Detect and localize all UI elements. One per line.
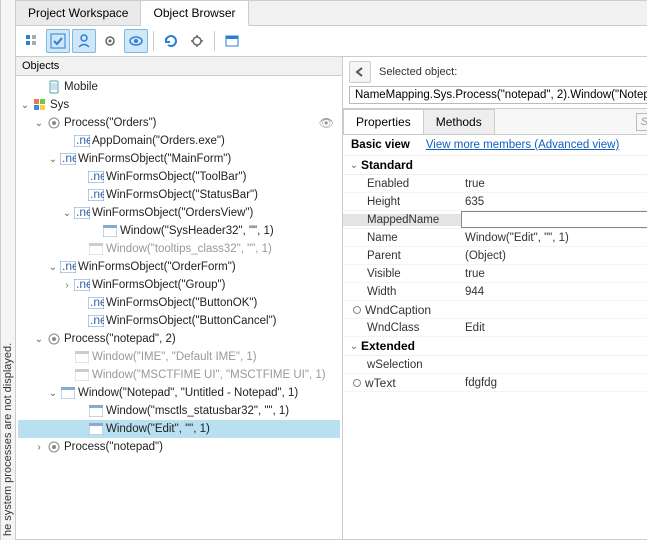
tree-node-mobile[interactable]: Mobile (18, 78, 340, 96)
window-icon (74, 367, 90, 383)
object-tree[interactable]: Mobile ⌄Sys ⌄Process("Orders")👁 .netAppD… (16, 76, 342, 539)
tab-methods[interactable]: Methods (423, 109, 495, 134)
net-icon: .net (60, 259, 76, 275)
prop-enabled[interactable]: Enabledtrue (343, 175, 647, 193)
toolbar-btn-user[interactable] (72, 29, 96, 53)
svg-text:.net: .net (76, 207, 90, 219)
toolbar-btn-gear2[interactable] (185, 29, 209, 53)
prop-wndcaption[interactable]: WndCaption (343, 301, 647, 319)
search-input[interactable]: Sea (636, 113, 647, 131)
tree-node-tooltips[interactable]: Window("tooltips_class32", "", 1) (18, 240, 340, 258)
tree-node-buttoncancel[interactable]: .netWinFormsObject("ButtonCancel") (18, 312, 340, 330)
net-icon: .net (74, 277, 90, 293)
tree-node-msctfime[interactable]: Window("MSCTFIME UI", "MSCTFIME UI", 1) (18, 366, 340, 384)
toolbar-btn-window[interactable] (220, 29, 244, 53)
window-icon (74, 349, 90, 365)
tab-project-workspace[interactable]: Project Workspace (16, 1, 141, 25)
group-standard[interactable]: ⌄Standard (343, 156, 647, 175)
group-extended[interactable]: ⌄Extended (343, 337, 647, 356)
back-button[interactable] (349, 61, 371, 83)
tree-node-notepad-window[interactable]: ⌄Window("Notepad", "Untitled - Notepad",… (18, 384, 340, 402)
window-icon (88, 421, 104, 437)
svg-text:.net: .net (62, 153, 76, 165)
process-icon (46, 439, 62, 455)
tree-node-buttonok[interactable]: .netWinFormsObject("ButtonOK") (18, 294, 340, 312)
svg-text:.net: .net (90, 315, 104, 327)
prop-wndclass[interactable]: WndClassEdit (343, 319, 647, 337)
objects-header: Objects (16, 57, 342, 76)
svg-text:.net: .net (90, 189, 104, 201)
tree-node-ordersview[interactable]: ⌄.netWinFormsObject("OrdersView") (18, 204, 340, 222)
svg-text:.net: .net (76, 135, 90, 147)
tree-node-toolbar[interactable]: .netWinFormsObject("ToolBar") (18, 168, 340, 186)
prop-name[interactable]: NameWindow("Edit", "", 1) (343, 229, 647, 247)
toolbar-btn-check[interactable] (46, 29, 70, 53)
net-icon: .net (88, 169, 104, 185)
tree-node-orderform[interactable]: ⌄.netWinFormsObject("OrderForm") (18, 258, 340, 276)
tree-node-notepad[interactable]: ›Process("notepad") (18, 438, 340, 456)
net-icon: .net (88, 187, 104, 203)
mobile-icon (46, 79, 62, 95)
tree-node-mainform[interactable]: ⌄.netWinFormsObject("MainForm") (18, 150, 340, 168)
sidebar-message: he system processes are not displayed. (0, 0, 15, 540)
toolbar-btn-eye[interactable] (124, 29, 148, 53)
tree-node-sys[interactable]: ⌄Sys (18, 96, 340, 114)
tree-node-ime[interactable]: Window("IME", "Default IME", 1) (18, 348, 340, 366)
toolbar-btn-1[interactable] (20, 29, 44, 53)
tree-node-statusbar32[interactable]: Window("msctls_statusbar32", "", 1) (18, 402, 340, 420)
tab-object-browser[interactable]: Object Browser (141, 1, 248, 26)
tab-properties[interactable]: Properties (343, 109, 424, 134)
prop-wselection[interactable]: wSelection (343, 356, 647, 374)
tree-node-notepad2[interactable]: ⌄Process("notepad", 2) (18, 330, 340, 348)
window-icon (60, 385, 76, 401)
net-icon: .net (60, 151, 76, 167)
svg-text:.net: .net (90, 297, 104, 309)
toolbar-btn-refresh[interactable] (159, 29, 183, 53)
svg-text:.net: .net (90, 171, 104, 183)
process-icon (46, 115, 62, 131)
properties-grid: ⌄Standard Enabledtrue Height635 MappedNa… (343, 156, 647, 539)
svg-text:.net: .net (62, 261, 76, 273)
net-icon: .net (74, 133, 90, 149)
prop-mappedname[interactable]: MappedName (343, 211, 647, 229)
right-tabs: Properties Methods Sea (343, 109, 647, 135)
net-icon: .net (88, 313, 104, 329)
window-icon (88, 241, 104, 257)
tree-node-appdomain[interactable]: .netAppDomain("Orders.exe") (18, 132, 340, 150)
tree-node-group[interactable]: ›.netWinFormsObject("Group") (18, 276, 340, 294)
toolbar (16, 26, 647, 57)
tree-node-statusbar[interactable]: .netWinFormsObject("StatusBar") (18, 186, 340, 204)
tree-node-sysheader[interactable]: Window("SysHeader32", "", 1) (18, 222, 340, 240)
net-icon: .net (88, 295, 104, 311)
window-icon (88, 403, 104, 419)
advanced-view-link[interactable]: View more members (Advanced view) (426, 139, 619, 151)
prop-width[interactable]: Width944 (343, 283, 647, 301)
prop-wtext[interactable]: wTextfdgfdg (343, 374, 647, 392)
net-icon: .net (74, 205, 90, 221)
process-icon (46, 331, 62, 347)
selected-object-value[interactable]: NameMapping.Sys.Process("notepad", 2).Wi… (349, 86, 647, 104)
selected-object-label: Selected object: (379, 66, 457, 78)
eye-icon: 👁 (319, 116, 334, 130)
top-tabs: Project Workspace Object Browser (16, 1, 647, 26)
toolbar-btn-gear[interactable] (98, 29, 122, 53)
basic-view-label: Basic view (351, 139, 410, 151)
tree-node-edit[interactable]: Window("Edit", "", 1) (18, 420, 340, 438)
svg-text:.net: .net (76, 279, 90, 291)
window-icon (102, 223, 118, 239)
windows-icon (32, 97, 48, 113)
prop-height[interactable]: Height635 (343, 193, 647, 211)
tree-node-process-orders[interactable]: ⌄Process("Orders")👁 (18, 114, 340, 132)
prop-visible[interactable]: Visibletrue (343, 265, 647, 283)
prop-parent[interactable]: Parent(Object) (343, 247, 647, 265)
